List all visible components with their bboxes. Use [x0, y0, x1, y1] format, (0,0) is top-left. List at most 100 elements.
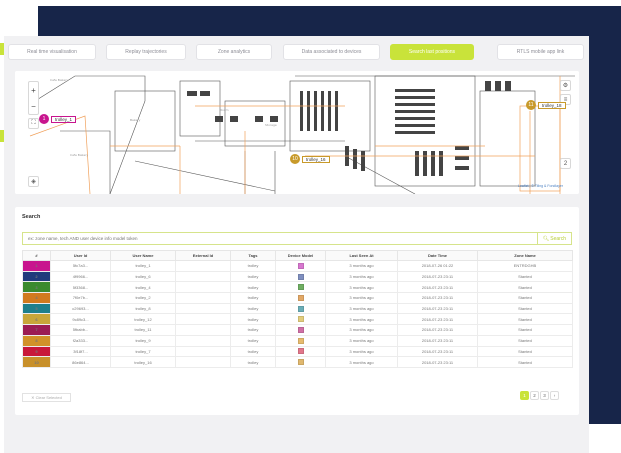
zone-cell: Stanted — [477, 324, 573, 336]
table-row[interactable]: 8 f2a333... trolley_9 trolley 3 months ago 20… — [22, 334, 573, 347]
table-row[interactable]: 3 5f3368... trolley_4 trolley 3 months ago 20… — [22, 281, 573, 294]
device-model-cell — [275, 292, 326, 304]
map-attribution[interactable]: Leaflet | © Tiling & Fondlayer — [518, 184, 563, 188]
accent-edge-middle — [0, 130, 4, 142]
column-header[interactable]: Date Time — [397, 250, 478, 261]
device-model-icon — [297, 348, 304, 355]
search-input[interactable] — [23, 233, 533, 244]
device-model-icon — [297, 294, 304, 301]
row-number-cell: 8 — [22, 334, 51, 347]
tab-search-last-positions[interactable]: Search last positions — [390, 44, 474, 60]
table-row[interactable]: 5 c29693... trolley_8 trolley 3 months ago 20… — [22, 302, 573, 315]
last-seen-cell: 3 months ago — [325, 270, 398, 283]
user-name-cell: trolley_16 — [110, 356, 176, 368]
column-header[interactable]: Last Seen At — [325, 250, 398, 261]
zone-cell: Stanted — [477, 334, 573, 347]
floorplan-map[interactable]: Cafe Bakery Cafe Bakery Bakery Room Stor… — [15, 71, 579, 194]
marker-dot: 10 — [290, 154, 300, 164]
page-button-3[interactable]: 3 — [540, 391, 549, 400]
search-button[interactable]: 🔍︎ Search — [537, 233, 571, 244]
tags-cell: trolley — [230, 292, 276, 304]
zone-cell: Stanted — [477, 302, 573, 315]
zone-cell: Stanted — [477, 281, 573, 294]
accent-edge-top — [0, 43, 4, 55]
tab-real-time-visualisation[interactable]: Real time visualisation — [8, 44, 96, 60]
last-seen-cell: 3 months ago — [325, 281, 398, 294]
search-button-label: Search — [550, 235, 567, 242]
map-count-badge[interactable]: 2 — [560, 158, 571, 169]
date-time-cell: 2018-07-23 23:11 — [397, 302, 478, 315]
column-header[interactable]: # — [22, 250, 51, 261]
column-header[interactable]: Device Model — [275, 250, 326, 261]
device-model-icon — [297, 305, 304, 312]
column-header[interactable]: External Id — [175, 250, 231, 261]
zone-cell: Stanted — [477, 292, 573, 304]
last-seen-cell: 3 months ago — [325, 302, 398, 315]
tags-cell: trolley — [230, 334, 276, 347]
table-row[interactable]: 7 5fbabb... trolley_11 trolley 3 months ago 2… — [22, 324, 573, 336]
last-seen-cell: 3 months ago — [325, 313, 398, 326]
marker-dot: 11 — [526, 100, 536, 110]
date-time-cell: 2018-07-23 23:11 — [397, 356, 478, 368]
map-settings-icon[interactable]: ⚙ — [560, 80, 571, 91]
column-header[interactable]: Zone Name — [477, 250, 573, 261]
table-row[interactable]: 9 3f18f7... trolley_7 trolley 3 months ago 20… — [22, 345, 573, 358]
page-button-2[interactable]: 2 — [530, 391, 539, 400]
user-name-cell: trolley_1 — [110, 260, 176, 272]
table-row[interactable]: 4 7f0e7b... trolley_2 trolley 3 months ago 20… — [22, 292, 573, 304]
tags-cell: trolley — [230, 260, 276, 272]
row-number-cell: 2 — [22, 270, 51, 283]
page-button-1[interactable]: 1 — [520, 391, 529, 400]
user-name-cell: trolley_11 — [110, 324, 176, 336]
date-time-cell: 2018-07-23 23:11 — [397, 292, 478, 304]
user-name-cell: trolley_7 — [110, 345, 176, 358]
row-number-cell: 7 — [22, 324, 51, 336]
zoom-in-button[interactable]: + — [31, 86, 36, 95]
search-bar: 🔍︎ Search — [22, 232, 572, 245]
row-number-cell: 5 — [22, 302, 51, 315]
tab-data-associated-to-devices[interactable]: Data associated to devices — [283, 44, 380, 60]
tab-zone-analytics[interactable]: Zone analytics — [196, 44, 272, 60]
search-panel: Search 🔍︎ Search # User Id User Name Ext… — [15, 207, 579, 415]
svg-text:Room: Room — [220, 108, 229, 112]
svg-text:Bakery: Bakery — [130, 118, 141, 122]
tags-cell: trolley — [230, 270, 276, 283]
tab-rtls-mobile-app-link[interactable]: RTLS mobile app link — [497, 44, 584, 60]
table-row[interactable]: 6 9c89c3... trolley_12 trolley 3 months ago 2… — [22, 313, 573, 326]
search-title: Search — [22, 214, 41, 220]
user-id-cell: 3f18f7... — [50, 345, 111, 358]
zone-cell: ENTRDGHB — [477, 260, 573, 272]
external-id-cell — [175, 292, 231, 304]
table-row[interactable]: 2 4f9966... trolley_6 trolley 3 months ago 20… — [22, 270, 573, 283]
row-number-cell: 1 — [22, 260, 51, 272]
layers-icon[interactable]: ◈ — [28, 176, 39, 187]
column-header[interactable]: User Name — [110, 250, 176, 261]
external-id-cell — [175, 302, 231, 315]
next-page-button[interactable]: › — [550, 391, 559, 400]
tags-cell: trolley — [230, 324, 276, 336]
zoom-out-button[interactable]: − — [31, 102, 36, 111]
user-id-cell: c29693... — [50, 302, 111, 315]
user-name-cell: trolley_4 — [110, 281, 176, 294]
clear-selected-button[interactable]: ✕ Clear Selected — [22, 393, 71, 402]
column-header[interactable]: User Id — [50, 250, 111, 261]
tags-cell: trolley — [230, 313, 276, 326]
row-number-cell: 3 — [22, 281, 51, 294]
user-id-cell: 4f9966... — [50, 270, 111, 283]
table-header-row: # User Id User Name External Id Tags Dev… — [22, 250, 573, 261]
column-header[interactable]: Tags — [230, 250, 276, 261]
external-id-cell — [175, 334, 231, 347]
row-number-cell: 10 — [22, 356, 51, 368]
last-seen-cell: 3 months ago — [325, 356, 398, 368]
device-marker[interactable]: 10 trolley_16 — [290, 154, 330, 164]
table-row[interactable]: 10 86e864... trolley_16 trolley 3 months ago… — [22, 356, 573, 368]
user-name-cell: trolley_6 — [110, 270, 176, 283]
table-row[interactable]: 1 5fc7a3... trolley_1 trolley 3 months ago 20… — [22, 260, 573, 272]
tab-replay-trajectories[interactable]: Replay trajectories — [106, 44, 186, 60]
device-marker[interactable]: 11 trolley_18 — [526, 100, 566, 110]
device-marker[interactable]: 1 trolley_1 — [39, 114, 77, 124]
external-id-cell — [175, 324, 231, 336]
user-id-cell: 9c89c3... — [50, 313, 111, 326]
fullscreen-icon[interactable]: ⛶ — [28, 118, 39, 129]
row-number-cell: 6 — [22, 313, 51, 326]
